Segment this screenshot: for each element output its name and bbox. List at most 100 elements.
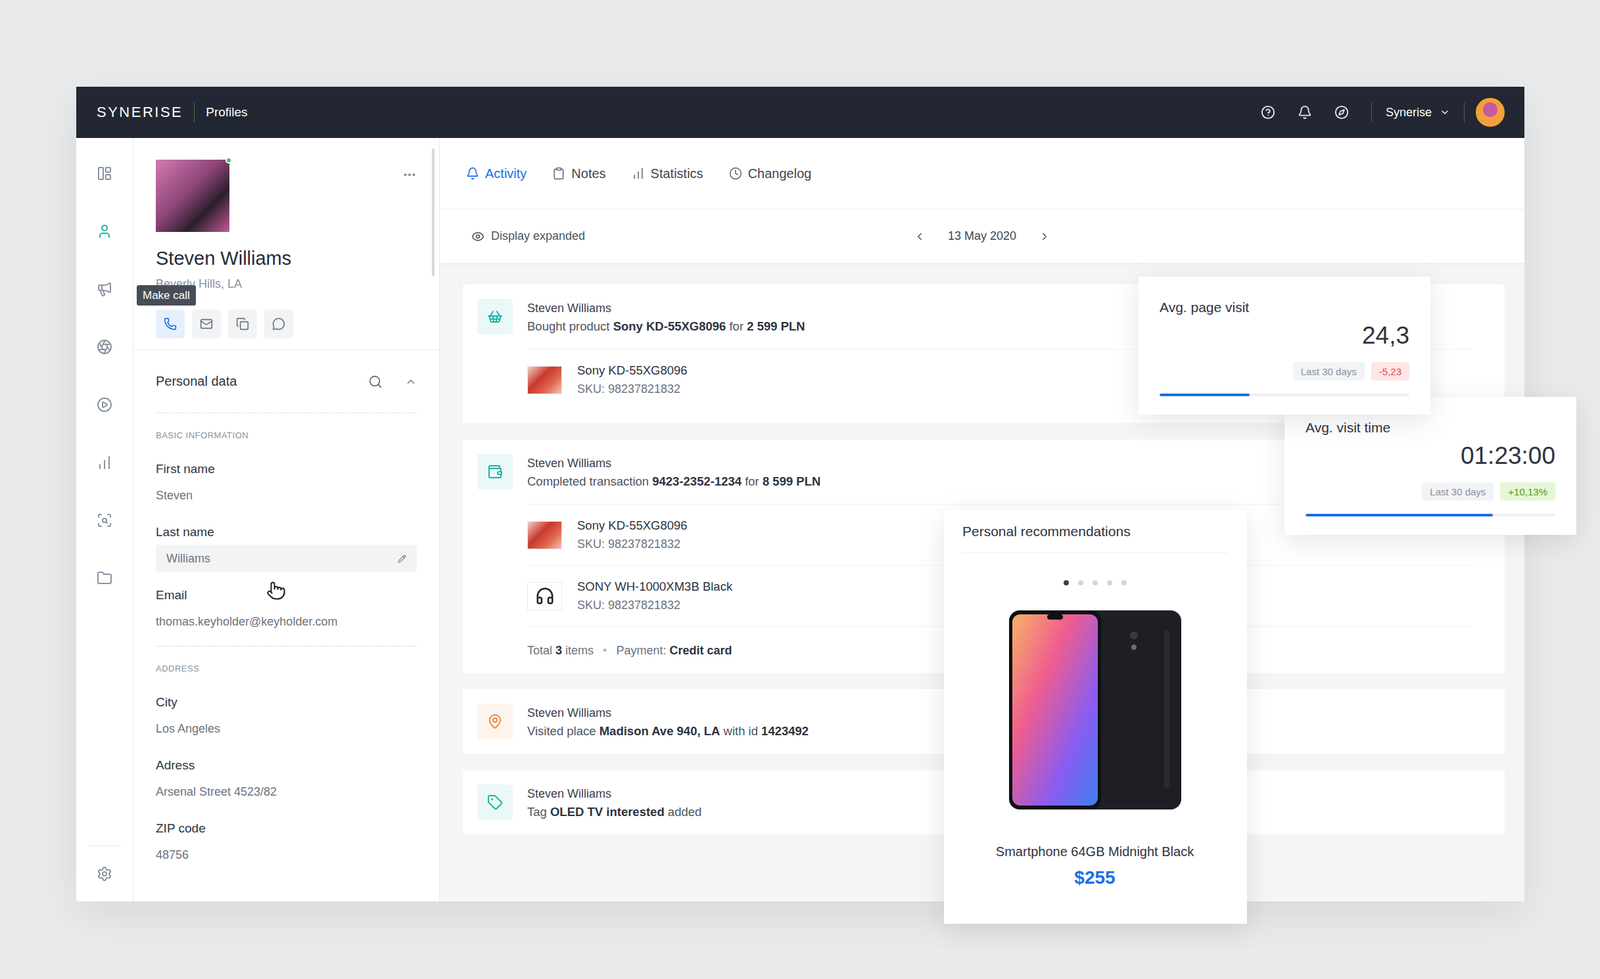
recommendations-card: Personal recommendationsSmartphone 64GB … [943,510,1248,925]
section-label: ADDRESS [155,663,417,676]
section-label: BASIC INFORMATION [155,429,417,442]
tab[interactable]: Statistics [631,166,704,182]
scrollbar[interactable] [431,148,435,277]
rail-item[interactable] [76,318,133,377]
field-text: Arsenal Street 4523/82 [155,785,417,800]
field-value[interactable]: Los Angeles [155,715,417,743]
divider [1463,102,1465,123]
text: added [664,805,703,820]
change-badge: -5,23 [1371,362,1410,381]
chart-icon [96,454,113,471]
map-pin-icon [487,713,503,730]
aperture-icon [96,339,113,355]
field-label: Adress [155,757,417,775]
text: Payment: [615,644,670,658]
tab[interactable]: Notes [552,166,606,182]
action-button[interactable] [155,309,185,339]
divider [193,102,195,123]
field-text: thomas.keyholder@keyholder.com [155,615,417,630]
field-value[interactable]: 48756 [155,841,417,870]
payment: Payment: Credit card [615,641,732,660]
help-button[interactable] [1249,94,1287,131]
megaphone-icon [96,281,113,298]
rail-item[interactable] [76,144,133,203]
field-text: Steven [155,489,417,503]
field-label: First name [155,460,417,478]
page: SYNERISEProfilesSyneriseSteven WilliamsB… [0,0,1600,979]
profile-icon [96,223,113,240]
tabs-bar: Activity Notes Statistics Changelog [439,138,1525,210]
product-image[interactable] [1009,610,1182,810]
field: City Los Angeles [155,694,417,743]
next-day-button[interactable] [1038,230,1051,243]
carousel-dot[interactable] [1078,580,1084,586]
top-actions: Synerise [1249,94,1505,131]
action-button[interactable] [264,309,294,339]
rail-item[interactable] [76,491,133,550]
rail-item[interactable] [76,433,133,492]
rail-item[interactable] [76,202,133,261]
field-value[interactable]: Arsenal Street 4523/82 [155,778,417,806]
search-icon [368,374,383,390]
field-value[interactable]: Williams [155,544,417,573]
carousel-dot[interactable] [1063,580,1069,586]
metric-card: Avg. page visit24,3Last 30 days-5,23 [1138,276,1431,415]
personal-data-title: Personal data [155,374,237,390]
product-thumbnail [527,366,563,395]
item-sku: SKU: 98237821832 [577,535,688,554]
collapse-button[interactable] [404,376,417,388]
divider [1371,102,1372,123]
text: Completed transaction [527,474,653,489]
more-button[interactable] [402,167,417,183]
previous-day-button[interactable] [913,230,926,243]
pencil-icon [397,554,407,564]
tab[interactable]: Changelog [729,166,812,182]
compass-icon [1334,105,1349,120]
carousel-dot[interactable] [1106,580,1113,586]
bold-text: 8 599 PLN [762,474,821,489]
display-toggle[interactable]: Display expanded [471,229,586,244]
field-value[interactable]: Steven [155,481,417,510]
user-avatar[interactable] [1475,97,1505,127]
event-icon-box [477,784,513,821]
text: Visited place [527,724,600,739]
carousel-dot[interactable] [1121,580,1127,586]
bold-text: Madison Ave 940, LA [599,724,721,739]
action-button[interactable] [228,309,258,339]
badge-row: Last 30 days+10,13% [1305,482,1556,501]
profile-panel: Steven WilliamsBeverly Hills, LAMake cal… [133,138,440,902]
side-rail [76,138,134,902]
tab-icon-wrap [729,166,743,181]
field-label: City [155,694,417,712]
folder-icon [96,570,113,587]
carousel-dot[interactable] [1092,580,1098,586]
field: Last nameWilliams [155,523,417,573]
item-total: Total 3 items [527,641,594,660]
explore-button[interactable] [1323,94,1361,131]
clipboard-icon [552,166,566,181]
edit-button[interactable] [397,554,407,564]
logo[interactable]: SYNERISE [96,103,183,121]
field-label: Email [155,587,417,605]
action-button[interactable] [191,309,221,339]
workspace-name: Synerise [1385,105,1432,120]
rail-item[interactable] [76,376,133,434]
notifications-button[interactable] [1286,94,1324,131]
metric-title: Avg. page visit [1159,299,1410,317]
tab[interactable]: Activity [466,166,527,182]
rail-item[interactable] [76,549,133,608]
item-text: SONY WH-1000XM3B BlackSKU: 98237821832 [577,577,733,615]
search-button[interactable] [368,374,383,390]
profile-header-top [155,159,417,233]
data-section: ADDRESS City Los Angeles Adress Arsenal Stre… [155,663,417,870]
item-name: Sony KD-55XG8096 [577,516,688,536]
tab-label: Activity [485,166,527,182]
tab-label: Statistics [650,166,704,182]
field-value[interactable]: thomas.keyholder@keyholder.com [155,608,417,636]
workspace-switcher[interactable]: Synerise [1383,105,1453,120]
rail-item[interactable] [76,260,133,319]
phone-icon [163,317,177,331]
basket-icon [487,308,503,325]
rail-footer[interactable] [88,846,121,902]
tab-icon-wrap [466,166,480,181]
